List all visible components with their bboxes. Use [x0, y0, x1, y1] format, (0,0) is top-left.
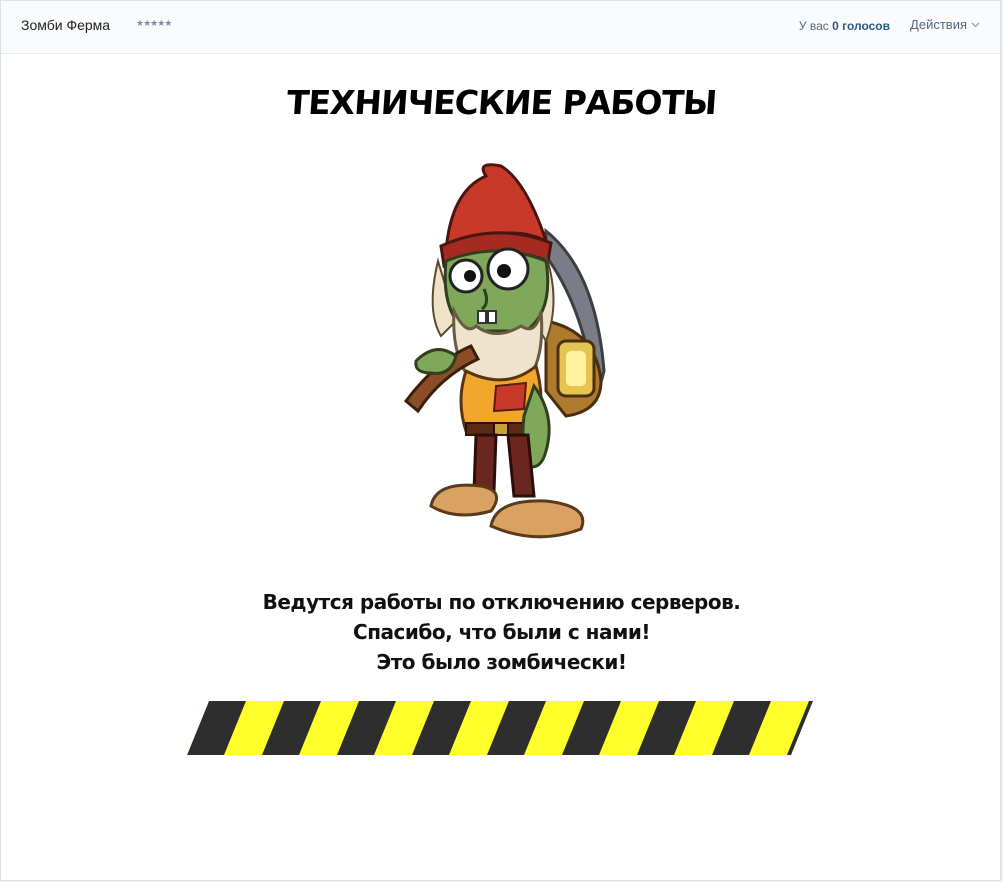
- message-line: Ведутся работы по отключению серверов.: [262, 590, 741, 614]
- separator-dot: ·: [892, 17, 896, 28]
- rating-stars-icon[interactable]: ★★★★★: [136, 19, 172, 29]
- app-title[interactable]: Зомби Ферма: [21, 17, 110, 33]
- message-line: Спасибо, что были с нами!: [353, 620, 650, 644]
- app-header: Зомби Ферма ★★★★★ У вас 0 голосов · Дейс…: [1, 1, 1000, 54]
- zombie-gnome-illustration: [403, 163, 606, 539]
- page-title: ТЕХНИЧЕСКИЕ РАБОТЫ: [285, 83, 718, 122]
- maintenance-message: Ведутся работы по отключению серверов. С…: [1, 587, 1002, 677]
- actions-label: Действия: [910, 17, 967, 32]
- message-line: Это было зомбически!: [376, 650, 627, 674]
- actions-menu-button[interactable]: Действия: [910, 17, 980, 32]
- votes-prefix: У вас: [798, 19, 833, 33]
- chevron-down-icon: [971, 22, 980, 27]
- votes-info: У вас 0 голосов: [799, 19, 890, 33]
- votes-count: 0 голосов: [832, 19, 890, 33]
- hazard-stripe-bar: [187, 701, 813, 755]
- app-frame: Зомби Ферма ★★★★★ У вас 0 голосов · Дейс…: [0, 0, 1001, 881]
